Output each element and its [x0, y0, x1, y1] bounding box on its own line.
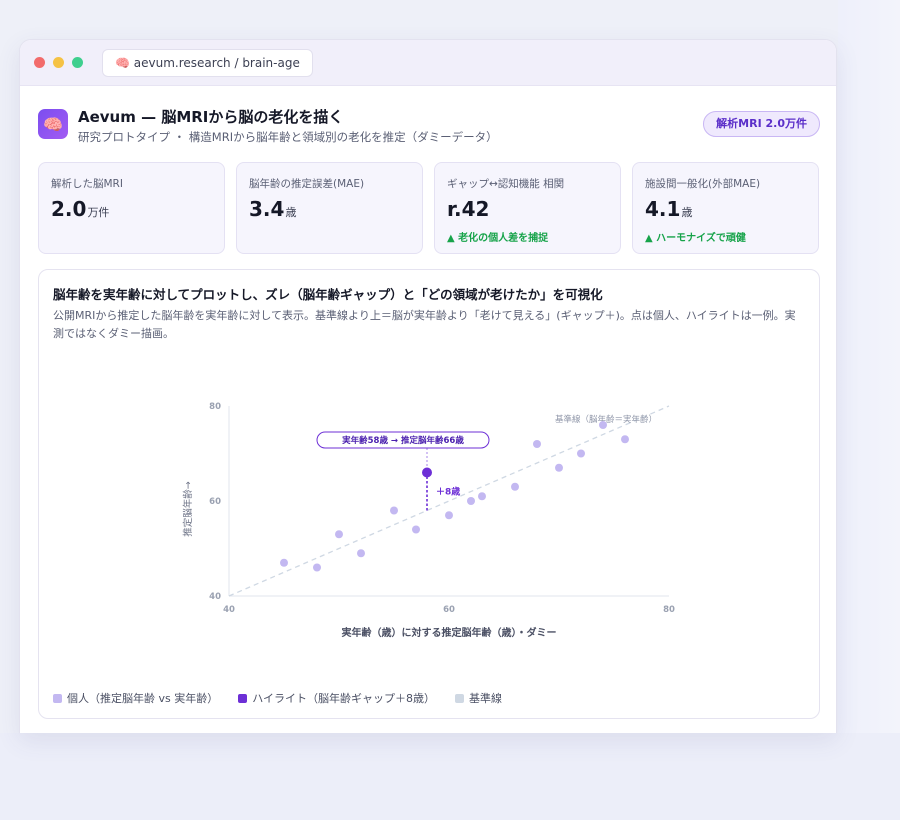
data-point-individual: [621, 435, 629, 444]
minimize-window-button[interactable]: [53, 57, 64, 68]
kpi-value: r.42: [447, 197, 489, 221]
legend-label: 基準線: [469, 692, 503, 705]
maximize-window-button[interactable]: [72, 57, 83, 68]
kpi-card-external-mae: 施設間一般化(外部MAE) 4.1歳 ▲ ハーモナイズで頑健: [632, 162, 819, 254]
x-tick-label: 80: [663, 605, 675, 615]
address-bar-text: aevum.research / brain-age: [133, 56, 300, 70]
kpi-number: 2.0: [51, 197, 87, 221]
data-point-individual: [445, 511, 453, 520]
kpi-number: r.42: [447, 197, 490, 221]
chart-legend: 個人（推定脳年齢 vs 実年齢） ハイライト（脳年齢ギャップ＋8歳） 基準線: [53, 690, 522, 706]
kpi-label: ギャップ↔認知機能 相関: [447, 178, 565, 190]
data-point-individual: [390, 506, 398, 515]
page-background-side: [838, 0, 900, 733]
data-point-individual: [335, 530, 343, 539]
data-point-individual: [357, 549, 365, 558]
legend-label: ハイライト（脳年齢ギャップ＋8歳）: [252, 692, 436, 705]
legend-swatch-reference: [455, 693, 465, 703]
data-point-individual: [412, 525, 420, 534]
kpi-unit: 万件: [87, 206, 110, 219]
data-point-individual: [478, 492, 486, 501]
x-tick-label: 40: [223, 605, 235, 615]
page-title: Aevum — 脳MRIから脳の老化を描く: [78, 108, 344, 126]
kpi-trend: ▲ ハーモナイズで頑健: [645, 233, 746, 244]
x-axis-label: 実年齢（歳）に対する推定脳年齢（歳）・ダミー: [342, 626, 557, 639]
close-window-button[interactable]: [34, 57, 45, 68]
y-tick-label: 40: [209, 592, 221, 602]
legend-swatch-individual: [53, 693, 62, 703]
address-bar[interactable]: 🧠 aevum.research / brain-age: [102, 49, 313, 77]
x-tick-label: 60: [443, 605, 455, 615]
legend-item-reference: 基準線: [455, 690, 502, 706]
kpi-unit: 歳: [285, 206, 297, 219]
kpi-number: 4.1: [645, 197, 681, 221]
mri-count-badge: 解析MRI 2.0万件: [703, 111, 820, 137]
kpi-card-correlation: ギャップ↔認知機能 相関 r.42 ▲ 老化の個人差を捕捉: [434, 162, 621, 254]
legend-label: 個人（推定脳年齢 vs 実年齢）: [67, 692, 219, 705]
data-point-individual: [280, 558, 288, 567]
kpi-unit: 歳: [681, 206, 693, 219]
legend-item-individual: 個人（推定脳年齢 vs 実年齢）: [53, 690, 218, 706]
kpi-label: 解析した脳MRI: [51, 178, 123, 190]
kpi-card-mae: 脳年齢の推定誤差(MAE) 3.4歳: [236, 162, 423, 254]
kpi-label: 施設間一般化(外部MAE): [645, 178, 761, 190]
brain-age-scatter-chart: 40608040 60 80基準線（脳年齢＝実年齢）実年齢（歳）に対する推定脳年齢（…: [182, 402, 675, 639]
kpi-label: 脳年齢の推定誤差(MAE): [249, 178, 365, 190]
y-tick-label: 60: [209, 497, 221, 507]
kpi-value: 2.0万件: [51, 197, 109, 221]
app-content: 🧠 Aevum — 脳MRIから脳の老化を描く 研究プロトタイプ ・ 構造MRI…: [20, 86, 836, 733]
data-point-individual: [599, 421, 607, 429]
browser-window: 🧠 aevum.research / brain-age 🧠 Aevum — 脳…: [19, 39, 837, 733]
data-point-individual: [313, 563, 321, 572]
highlight-callout-label: 実年齢58歳 → 推定脳年齢66歳: [342, 435, 464, 446]
y-tick-label: 80: [209, 402, 221, 412]
data-point-individual: [467, 497, 475, 505]
page-subtitle: 研究プロトタイプ ・ 構造MRIから脳年齢と領域別の老化を推定（ダミーデータ）: [78, 130, 498, 144]
gap-label: ＋8歳: [436, 486, 460, 498]
brain-logo-icon: 🧠: [38, 109, 68, 139]
brain-icon: 🧠: [115, 56, 130, 70]
kpi-value: 3.4歳: [249, 197, 296, 221]
page-background-band: [0, 733, 900, 820]
kpi-value: 4.1歳: [645, 197, 692, 221]
data-point-individual: [577, 449, 585, 458]
data-point-highlight: [422, 467, 432, 478]
legend-item-highlight: ハイライト（脳年齢ギャップ＋8歳）: [238, 690, 435, 706]
kpi-card-mri-count: 解析した脳MRI 2.0万件: [38, 162, 225, 254]
data-point-individual: [511, 482, 519, 491]
data-point-individual: [555, 463, 563, 472]
legend-swatch-highlight: [238, 693, 248, 703]
browser-titlebar: 🧠 aevum.research / brain-age: [20, 40, 836, 86]
brain-age-chart-panel: 脳年齢を実年齢に対してプロットし、ズレ（脳年齢ギャップ）と「どの領域が老けたか」…: [38, 269, 820, 719]
kpi-number: 3.4: [249, 197, 285, 221]
data-point-individual: [533, 440, 541, 448]
kpi-trend: ▲ 老化の個人差を捕捉: [447, 233, 549, 244]
y-axis-label: 推定脳年齢→: [182, 481, 194, 537]
